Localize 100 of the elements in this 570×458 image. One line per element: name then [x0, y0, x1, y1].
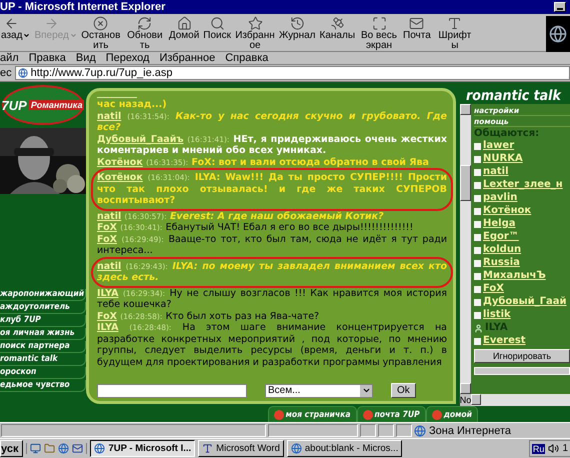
toolbar-button[interactable]: Во весь экран — [358, 16, 400, 51]
address-field[interactable]: http://www.7up.ru/7up_ie.asp — [14, 66, 570, 80]
user-link[interactable]: Russia — [483, 257, 520, 269]
language-indicator[interactable]: Ru — [532, 444, 546, 454]
user-link[interactable]: natil — [483, 166, 509, 178]
speaker-icon[interactable] — [548, 443, 560, 454]
status-pane — [396, 424, 412, 437]
menu-item[interactable]: Избранное — [159, 52, 216, 64]
history-icon — [290, 16, 305, 31]
user-checkbox[interactable] — [474, 246, 481, 254]
menu-item[interactable]: Справка — [225, 52, 268, 64]
user-checkbox[interactable] — [474, 168, 481, 176]
user-checkbox[interactable] — [474, 286, 481, 292]
forward-arrow-icon — [44, 16, 60, 31]
user-checkbox[interactable] — [474, 142, 481, 150]
desktop-icon[interactable] — [30, 443, 42, 454]
refresh-icon — [137, 16, 152, 31]
user-link[interactable]: Egor™ — [483, 231, 519, 243]
page-icon — [18, 68, 28, 78]
user-link[interactable]: МихалычЪ — [483, 270, 546, 282]
letter-icon — [202, 443, 214, 454]
scrollbar[interactable] — [460, 104, 471, 394]
status-pane — [378, 424, 394, 437]
toolbar-button[interactable]: Почта — [402, 16, 432, 41]
globe-icon — [414, 424, 426, 436]
user-link[interactable]: Котёнок — [483, 205, 532, 217]
globe-icon — [290, 443, 302, 454]
toolbar-button[interactable]: Шрифты — [434, 16, 476, 51]
user-checkbox[interactable] — [474, 260, 481, 266]
user-link[interactable]: Helga — [483, 218, 516, 230]
menu-item[interactable]: Переход — [106, 52, 150, 64]
globe-icon[interactable] — [58, 443, 70, 454]
tab-icon — [274, 410, 284, 420]
task-button[interactable]: Microsoft Word — [198, 440, 284, 457]
star-icon — [248, 16, 263, 31]
user-checkbox[interactable] — [474, 208, 481, 214]
page-tab[interactable]: моя страничка — [268, 406, 357, 422]
chat-message: час назад...) — [97, 99, 168, 110]
caret-icon — [362, 386, 370, 395]
minimize-button[interactable] — [554, 2, 566, 12]
tab-icon — [362, 410, 373, 420]
horizontal-scrollbar[interactable] — [471, 394, 570, 406]
user-checkbox[interactable] — [474, 220, 481, 228]
menu-item[interactable]: Правка — [28, 52, 66, 64]
user-link[interactable]: koldun — [483, 244, 522, 256]
mail-icon[interactable] — [72, 443, 84, 454]
home-icon — [176, 16, 192, 31]
users-heading: Общаются: — [474, 128, 540, 139]
user-link[interactable]: Everest — [483, 335, 526, 347]
message-input[interactable] — [97, 384, 247, 398]
toolbar-button[interactable]: Каналы — [318, 16, 356, 41]
toolbar-button[interactable]: азад — [0, 16, 32, 41]
folder-icon[interactable] — [44, 443, 56, 454]
user-checkbox[interactable] — [474, 298, 481, 306]
user-link[interactable]: NURKA — [483, 153, 523, 165]
toolbar-button[interactable]: Домой — [168, 16, 200, 41]
start-button[interactable]: уск — [0, 440, 24, 457]
user-link[interactable]: Дубовый_Гаай — [483, 296, 567, 308]
toolbar-button[interactable]: Журнал — [278, 16, 317, 41]
toolbar-button[interactable]: Избранное — [234, 16, 276, 51]
page-tab[interactable]: домой — [426, 406, 478, 422]
user-checkbox[interactable] — [474, 234, 481, 240]
search-icon — [210, 16, 225, 31]
user-checkbox[interactable] — [474, 272, 481, 280]
task-button[interactable]: about:blank - Micros... — [286, 440, 402, 457]
toolbar-button[interactable]: Поиск — [202, 16, 232, 41]
user-link[interactable]: Lexter_злее_н — [483, 179, 563, 191]
user-link[interactable]: listik — [483, 309, 511, 321]
toolbar-button[interactable]: Обновить — [124, 16, 166, 51]
mail-icon — [409, 16, 424, 31]
recipient-select[interactable]: Всем... — [265, 384, 373, 398]
address-label: ес — [0, 67, 12, 79]
window-title: UP - Microsoft Internet Explorer — [0, 1, 166, 13]
toolbar-button[interactable]: Остановить — [80, 16, 122, 51]
user-link[interactable]: lawer — [483, 140, 514, 152]
tab-icon — [432, 410, 442, 420]
font-icon — [447, 16, 462, 31]
status-pane — [360, 424, 376, 437]
fullscreen-icon — [372, 16, 387, 31]
no-button[interactable]: No — [460, 394, 471, 406]
user-checkbox[interactable] — [474, 312, 481, 318]
menu-item[interactable]: Вид — [76, 52, 96, 64]
globe-icon — [94, 443, 106, 454]
task-button[interactable]: 7UP - Microsoft I... — [90, 440, 196, 457]
ok-button[interactable]: Ok — [391, 383, 416, 398]
satellite-dish-icon — [330, 16, 345, 31]
page-tab[interactable]: почта 7UP — [356, 406, 426, 422]
person-icon — [474, 324, 483, 332]
section-title: romantic talk — [465, 88, 562, 104]
caret-icon[interactable] — [23, 32, 30, 39]
user-checkbox[interactable] — [474, 338, 481, 344]
user-checkbox[interactable] — [474, 156, 481, 162]
menu-item[interactable]: айл — [0, 52, 19, 64]
globe-icon — [549, 25, 567, 43]
user-link[interactable]: pavlin — [483, 192, 518, 204]
user-checkbox[interactable] — [474, 182, 481, 188]
user-checkbox[interactable] — [474, 194, 481, 202]
ignore-button[interactable]: Игнорировать — [474, 349, 570, 363]
user-link[interactable]: FoX — [483, 283, 504, 295]
stop-icon — [93, 16, 108, 31]
